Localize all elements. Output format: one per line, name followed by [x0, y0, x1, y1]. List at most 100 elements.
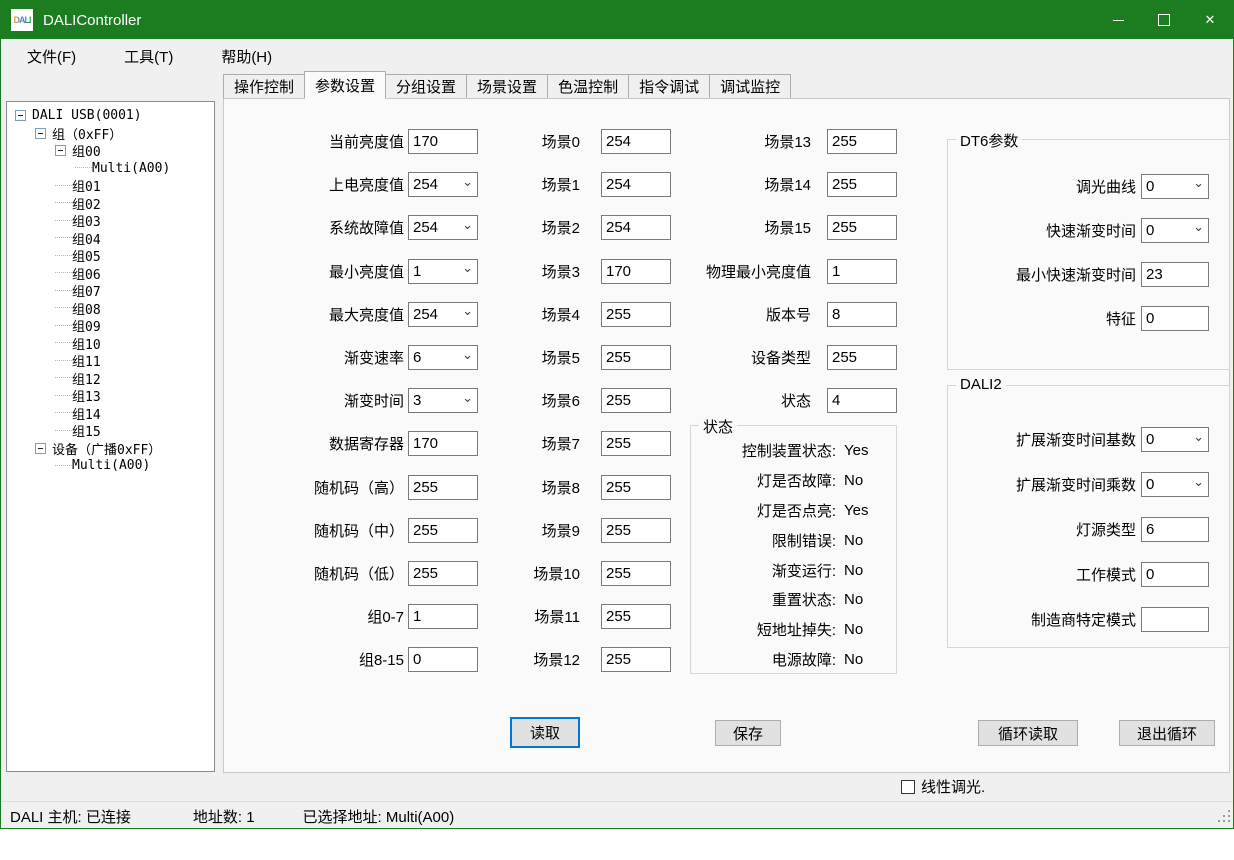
maximize-button[interactable] — [1141, 1, 1187, 39]
chevron-down-icon[interactable]: ⌄ — [1193, 477, 1204, 487]
scene-input[interactable]: 254 — [601, 172, 671, 197]
tab[interactable]: 调试监控 — [709, 74, 791, 98]
scene-input[interactable]: 254 — [601, 129, 671, 154]
param-input[interactable]: 254 ⌄ — [408, 172, 478, 197]
param-input[interactable]: 3 ⌄ — [408, 388, 478, 413]
tree-item[interactable]: 组（0xFF） — [7, 125, 214, 143]
param-input[interactable]: 1 ⌄ — [408, 259, 478, 284]
tab[interactable]: 指令调试 — [628, 74, 710, 98]
tree-item[interactable]: 组01 — [7, 177, 214, 195]
menu-item[interactable]: 工具(T) — [110, 42, 187, 71]
tree-item[interactable]: 组03 — [7, 212, 214, 230]
chevron-down-icon[interactable]: ⌄ — [1193, 222, 1204, 232]
param-input[interactable]: 1 ⌄ — [408, 604, 478, 629]
dali2-input[interactable]: 0 ⌄ — [1141, 472, 1209, 497]
param-row: 最大亮度值 254 ⌄ — [282, 293, 478, 336]
tab[interactable]: 色温控制 — [547, 74, 629, 98]
param-input[interactable]: 170 ⌄ — [408, 129, 478, 154]
collapse-icon[interactable] — [55, 145, 66, 156]
dali2-input[interactable]: 0 ⌄ — [1141, 562, 1209, 587]
param-input[interactable]: 4 — [827, 388, 897, 413]
param-input[interactable]: 255 — [827, 345, 897, 370]
status-label: 电源故障: — [691, 649, 836, 670]
scene-input[interactable]: 255 — [601, 302, 671, 327]
chevron-down-icon[interactable]: ⌄ — [462, 177, 473, 187]
minimize-button[interactable] — [1095, 1, 1141, 39]
chevron-down-icon[interactable]: ⌄ — [1193, 178, 1204, 188]
scene-input[interactable]: 255 — [601, 647, 671, 672]
dali2-input[interactable]: 0 ⌄ — [1141, 427, 1209, 452]
menu-item[interactable]: 帮助(H) — [207, 42, 286, 71]
scene-input[interactable]: 254 — [601, 215, 671, 240]
scene-input[interactable]: 255 — [601, 604, 671, 629]
dt6-input[interactable]: 23 ⌄ — [1141, 262, 1209, 287]
param-input[interactable]: 255 — [827, 215, 897, 240]
param-input[interactable]: 254 ⌄ — [408, 302, 478, 327]
tree-item[interactable]: 组11 — [7, 352, 214, 370]
param-input[interactable]: 255 ⌄ — [408, 475, 478, 500]
chevron-down-icon[interactable]: ⌄ — [462, 306, 473, 316]
tree-item[interactable]: 组08 — [7, 300, 214, 318]
param-input[interactable]: 255 ⌄ — [408, 561, 478, 586]
collapse-icon[interactable] — [15, 110, 26, 121]
tree-item[interactable]: 组14 — [7, 405, 214, 423]
param-input[interactable]: 255 — [827, 172, 897, 197]
tree-item[interactable]: 设备（广播0xFF） — [7, 440, 214, 458]
dt6-input[interactable]: 0 ⌄ — [1141, 174, 1209, 199]
param-input[interactable]: 254 ⌄ — [408, 215, 478, 240]
param-column-1: 当前亮度值 170 ⌄ 上电亮度值 254 ⌄ 系统故障值 — [282, 120, 478, 681]
tab[interactable]: 参数设置 — [304, 71, 386, 99]
tree-item[interactable]: 组02 — [7, 195, 214, 213]
scene-input[interactable]: 255 — [601, 475, 671, 500]
param-input[interactable]: 255 — [827, 129, 897, 154]
tree-item[interactable]: 组12 — [7, 370, 214, 388]
collapse-icon[interactable] — [35, 128, 46, 139]
chevron-down-icon[interactable]: ⌄ — [462, 350, 473, 360]
tree-item[interactable]: 组15 — [7, 422, 214, 440]
exit-loop-button[interactable]: 退出循环 — [1119, 720, 1215, 746]
tree-item[interactable]: Multi(A00) — [7, 160, 214, 178]
param-input[interactable]: 170 ⌄ — [408, 431, 478, 456]
scene-input[interactable]: 255 — [601, 345, 671, 370]
resize-grip[interactable] — [1216, 810, 1230, 824]
tree-item[interactable]: 组04 — [7, 230, 214, 248]
chevron-down-icon[interactable]: ⌄ — [462, 220, 473, 230]
param-input[interactable]: 1 — [827, 259, 897, 284]
tab[interactable]: 分组设置 — [385, 74, 467, 98]
param-input[interactable]: 6 ⌄ — [408, 345, 478, 370]
read-button[interactable]: 读取 — [510, 717, 580, 748]
menu-item[interactable]: 文件(F) — [13, 42, 90, 71]
tree-item[interactable]: DALI USB(0001) — [7, 107, 214, 125]
checkbox-icon[interactable] — [901, 780, 915, 794]
dali2-input[interactable]: 6 ⌄ — [1141, 517, 1209, 542]
tree-item[interactable]: 组06 — [7, 265, 214, 283]
dt6-input[interactable]: 0 ⌄ — [1141, 306, 1209, 331]
scene-input[interactable]: 255 — [601, 561, 671, 586]
loop-read-button[interactable]: 循环读取 — [978, 720, 1078, 746]
scene-input[interactable]: 170 — [601, 259, 671, 284]
tree-item[interactable]: 组00 — [7, 142, 214, 160]
scene-input[interactable]: 255 — [601, 431, 671, 456]
scene-input[interactable]: 255 — [601, 388, 671, 413]
tab[interactable]: 场景设置 — [466, 74, 548, 98]
param-input[interactable]: 255 ⌄ — [408, 518, 478, 543]
close-button[interactable]: ✕ — [1187, 1, 1233, 39]
param-input[interactable]: 8 — [827, 302, 897, 327]
param-input[interactable]: 0 ⌄ — [408, 647, 478, 672]
tree-item-label: Multi(A00) — [92, 161, 170, 176]
tree-item[interactable]: 组09 — [7, 317, 214, 335]
tree-item[interactable]: Multi(A00) — [7, 457, 214, 475]
tab[interactable]: 操作控制 — [223, 74, 305, 98]
collapse-icon[interactable] — [35, 443, 46, 454]
tree-item[interactable]: 组13 — [7, 387, 214, 405]
dali2-input[interactable]: ⌄ — [1141, 607, 1209, 632]
dt6-input[interactable]: 0 ⌄ — [1141, 218, 1209, 243]
scene-input[interactable]: 255 — [601, 518, 671, 543]
tree-item[interactable]: 组05 — [7, 247, 214, 265]
chevron-down-icon[interactable]: ⌄ — [462, 393, 473, 403]
chevron-down-icon[interactable]: ⌄ — [462, 263, 473, 273]
tree-item[interactable]: 组07 — [7, 282, 214, 300]
chevron-down-icon[interactable]: ⌄ — [1193, 432, 1204, 442]
tree-item[interactable]: 组10 — [7, 335, 214, 353]
save-button[interactable]: 保存 — [715, 720, 781, 746]
